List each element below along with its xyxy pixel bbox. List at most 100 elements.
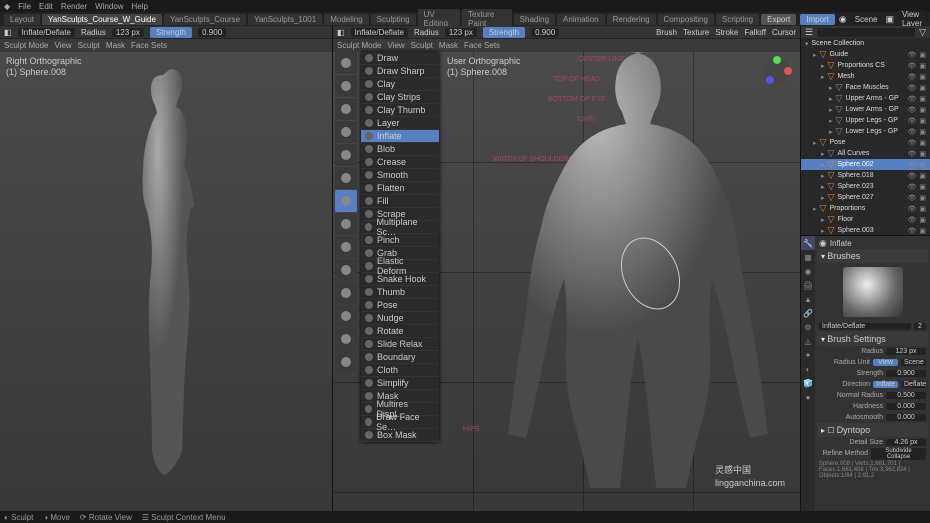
hdr-brush[interactable]: Brush: [656, 28, 677, 37]
outliner-item[interactable]: ▸▽Pose👁▣: [801, 137, 930, 148]
tb-sculpt[interactable]: Sculpt: [411, 41, 433, 50]
outliner-search[interactable]: [817, 28, 915, 37]
settings-header[interactable]: ▾ Brush Settings: [817, 332, 928, 346]
prop-tab[interactable]: ◐: [801, 362, 815, 376]
brush-item[interactable]: Thumb: [361, 286, 439, 299]
tool-button[interactable]: [335, 52, 357, 74]
mode-select[interactable]: Sculpt Mode: [337, 41, 381, 50]
tool-button[interactable]: [335, 351, 357, 373]
tb-facesets[interactable]: Face Sets: [464, 41, 500, 50]
prop-tab[interactable]: ◬: [801, 334, 815, 348]
ws-tab[interactable]: Animation: [557, 14, 605, 25]
ws-tab[interactable]: YanSculpts_1001: [248, 14, 322, 25]
menu-window[interactable]: Window: [95, 2, 123, 11]
tool-button[interactable]: [335, 144, 357, 166]
ws-tab[interactable]: YanSculpts_Course_W_Guide: [42, 14, 162, 25]
outliner-item[interactable]: ▸▽Lower Legs - GP👁▣: [801, 126, 930, 137]
tool-button[interactable]: [335, 259, 357, 281]
brush-item[interactable]: Cloth: [361, 364, 439, 377]
prop-tab[interactable]: 🔧: [801, 236, 815, 250]
menu-help[interactable]: Help: [132, 2, 148, 11]
dir-deflate[interactable]: Deflate: [901, 381, 926, 388]
detail-value[interactable]: 4.26 px: [886, 439, 926, 446]
brush-thumbnail[interactable]: [843, 267, 903, 317]
brush-item[interactable]: Layer: [361, 117, 439, 130]
outliner-item[interactable]: ▸▽Upper Legs - GP👁▣: [801, 115, 930, 126]
tb-view[interactable]: View: [54, 41, 71, 50]
outliner-item[interactable]: ▸▽Sphere.023👁▣: [801, 181, 930, 192]
unit-scene[interactable]: Scene: [901, 359, 926, 366]
radius-value[interactable]: 123 px: [886, 348, 926, 355]
brush-item[interactable]: Blob: [361, 143, 439, 156]
brushes-header[interactable]: ▾ Brushes: [817, 249, 928, 263]
brush-item[interactable]: Boundary: [361, 351, 439, 364]
prop-tab[interactable]: ●: [801, 390, 815, 404]
menu-file[interactable]: File: [18, 2, 31, 11]
brush-item[interactable]: Flatten: [361, 182, 439, 195]
brush-item[interactable]: Elastic Deform: [361, 260, 439, 273]
left-viewport[interactable]: ◧ Inflate/Deflate Radius 123 px Strength…: [0, 26, 333, 523]
brush-item[interactable]: Draw Sharp: [361, 65, 439, 78]
strength-field[interactable]: 0.900: [531, 28, 559, 37]
brush-item[interactable]: Clay Thumb: [361, 104, 439, 117]
ws-tab[interactable]: Modeling: [324, 14, 368, 25]
prop-tab[interactable]: ◉: [801, 264, 815, 278]
ws-tab[interactable]: YanSculpts_Course: [164, 14, 246, 25]
strength-label[interactable]: Strength: [150, 27, 192, 38]
collection-root[interactable]: Scene Collection: [812, 40, 926, 47]
tool-button[interactable]: [335, 282, 357, 304]
menu-edit[interactable]: Edit: [39, 2, 53, 11]
strength-field[interactable]: 0.900: [198, 28, 226, 37]
tool-button[interactable]: [335, 98, 357, 120]
tb-facesets[interactable]: Face Sets: [131, 41, 167, 50]
strength-value[interactable]: 0.900: [886, 370, 926, 377]
ws-tab[interactable]: Scripting: [716, 14, 759, 25]
hdr-cursor[interactable]: Cursor: [772, 28, 796, 37]
tool-button[interactable]: [335, 305, 357, 327]
outliner-item[interactable]: ▸▽Upper Arms - GP👁▣: [801, 93, 930, 104]
refine-value[interactable]: Subdivide Collapse: [871, 448, 926, 460]
brush-item[interactable]: Draw Face Se…: [361, 416, 439, 429]
tool-button[interactable]: [335, 213, 357, 235]
ws-tab[interactable]: Rendering: [607, 14, 656, 25]
mode-select[interactable]: Sculpt Mode: [4, 41, 48, 50]
outliner-item[interactable]: ▸▽Face Muscles👁▣: [801, 82, 930, 93]
ws-tab[interactable]: Layout: [4, 14, 40, 25]
brush-item[interactable]: Simplify: [361, 377, 439, 390]
outliner[interactable]: ☰▽ ▾Scene Collection ▸▽Guide👁▣▸▽Proporti…: [801, 26, 930, 236]
ws-tab[interactable]: Compositing: [658, 14, 714, 25]
main-viewport[interactable]: ◧ Inflate/Deflate Radius 123 px Strength…: [333, 26, 800, 523]
tool-button[interactable]: [335, 75, 357, 97]
brush-item[interactable]: Nudge: [361, 312, 439, 325]
tool-button[interactable]: [335, 121, 357, 143]
brush-item[interactable]: Crease: [361, 156, 439, 169]
brush-item[interactable]: Rotate: [361, 325, 439, 338]
menu-render[interactable]: Render: [61, 2, 87, 11]
tool-button[interactable]: [335, 167, 357, 189]
prop-tab[interactable]: ✦: [801, 348, 815, 362]
filter-icon[interactable]: ▽: [919, 27, 926, 38]
radius-field[interactable]: 123 px: [112, 28, 144, 37]
dyntopo-header[interactable]: ▸ ☐ Dyntopo: [817, 423, 928, 437]
dir-inflate[interactable]: Inflate: [873, 381, 898, 388]
editor-icon[interactable]: ◧: [337, 28, 345, 37]
brush-name[interactable]: Inflate/Deflate: [351, 28, 408, 37]
prop-tab[interactable]: ▦: [801, 250, 815, 264]
unit-view[interactable]: View: [873, 359, 898, 366]
prop-tab[interactable]: ▲: [801, 292, 815, 306]
hdr-texture[interactable]: Texture: [683, 28, 709, 37]
outliner-item[interactable]: ▸▽Sphere.027👁▣: [801, 192, 930, 203]
radius-field[interactable]: 123 px: [445, 28, 477, 37]
brush-item[interactable]: Inflate: [361, 130, 439, 143]
export-button[interactable]: Export: [761, 14, 796, 25]
tb-mask[interactable]: Mask: [439, 41, 458, 50]
prop-tab[interactable]: ⚙: [801, 320, 815, 334]
brush-name-field[interactable]: Inflate/Deflate: [819, 323, 911, 330]
auto-value[interactable]: 0.000: [886, 414, 926, 421]
outliner-item[interactable]: ▸▽All Curves👁▣: [801, 148, 930, 159]
outliner-item[interactable]: ▸▽Proportions👁▣: [801, 203, 930, 214]
tb-mask[interactable]: Mask: [106, 41, 125, 50]
brush-item[interactable]: Slide Relax: [361, 338, 439, 351]
outliner-item[interactable]: ▸▽Lower Arms - GP👁▣: [801, 104, 930, 115]
import-button[interactable]: Import: [800, 14, 835, 25]
